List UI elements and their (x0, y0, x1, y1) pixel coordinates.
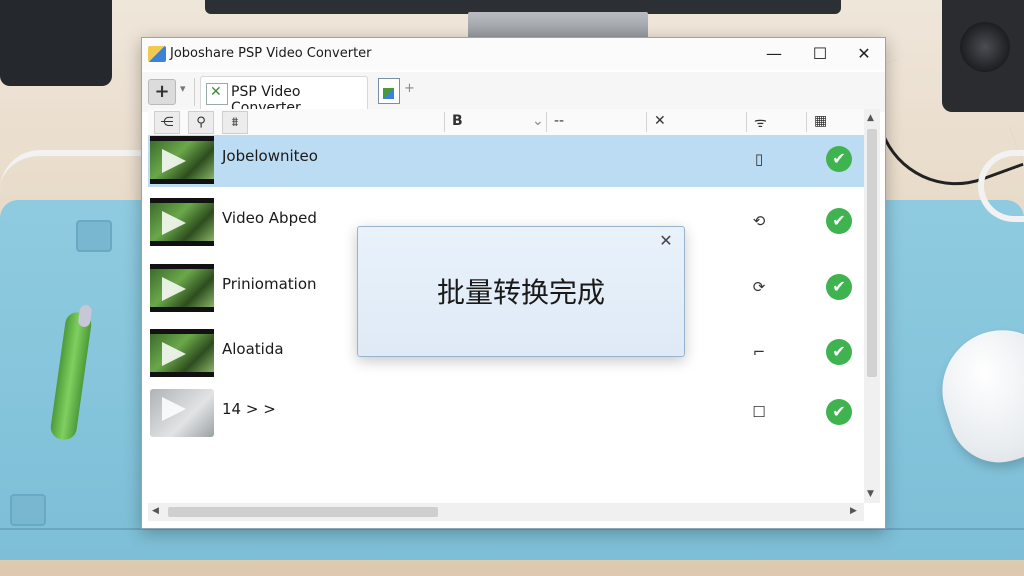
file-name: Video Abped (222, 209, 317, 227)
signal-icon[interactable]: ᯤ (754, 113, 767, 132)
play-icon (162, 277, 186, 301)
vertical-scroll-thumb[interactable] (867, 129, 877, 377)
column-b[interactable]: B (452, 113, 463, 129)
mat-tab (10, 494, 46, 526)
pen-cup (0, 0, 112, 86)
file-row[interactable]: Jobelowniteo ▯ ✔ (148, 135, 864, 187)
tab-psp-video-converter[interactable]: PSP Video Converter (200, 76, 368, 116)
column-x[interactable]: ✕ (654, 113, 666, 129)
scroll-up-icon[interactable]: ▲ (867, 113, 874, 123)
play-icon (162, 397, 186, 421)
title-bar: Joboshare PSP Video Converter — ☐ ✕ (142, 38, 885, 70)
play-icon (162, 211, 186, 235)
file-name: 14 > > (222, 400, 276, 418)
file-status-icon: ⟳ (752, 278, 766, 296)
new-document-icon[interactable] (378, 78, 400, 104)
horizontal-scroll-thumb[interactable] (168, 507, 438, 517)
file-thumbnail (150, 389, 214, 437)
scroll-left-icon[interactable]: ◀ (152, 506, 159, 516)
column-dash[interactable]: -- (554, 113, 564, 129)
add-dropdown-caret-icon[interactable]: ▾ (180, 82, 186, 95)
converter-icon (206, 83, 228, 105)
header-tool-button[interactable]: ⋲ (154, 111, 180, 134)
grid-icon[interactable]: ▦ (814, 113, 827, 129)
column-b-caret-icon[interactable]: ⌄ (532, 113, 544, 129)
maximize-button[interactable]: ☐ (808, 43, 832, 65)
video-thumbnail (150, 198, 214, 246)
column-divider (444, 112, 445, 132)
scroll-down-icon[interactable]: ▼ (867, 489, 874, 499)
video-thumbnail (150, 264, 214, 312)
dialog-close-button[interactable]: ✕ (656, 231, 676, 251)
dialog-message: 批量转换完成 (436, 276, 605, 309)
header-tool-button[interactable]: ⩩ (222, 111, 248, 134)
column-divider (746, 112, 747, 132)
toolbar-divider (194, 78, 195, 106)
file-name: Aloatida (222, 340, 284, 358)
toolbar: + ▾ PSP Video Converter + (142, 72, 885, 116)
header-tool-button[interactable]: ⚲ (188, 111, 214, 134)
completion-dialog: ✕ 批量转换完成 (357, 226, 685, 357)
file-name: Jobelowniteo (222, 147, 318, 165)
check-circle-icon: ✔ (826, 208, 852, 234)
check-circle-icon: ✔ (826, 339, 852, 365)
check-circle-icon: ✔ (826, 146, 852, 172)
video-thumbnail (150, 136, 214, 184)
file-status-icon: ☐ (752, 403, 766, 421)
video-thumbnail (150, 329, 214, 377)
minimize-button[interactable]: — (762, 43, 786, 65)
file-status-icon: ⌐ (752, 343, 766, 361)
column-divider (806, 112, 807, 132)
column-divider (646, 112, 647, 132)
column-header: ⋲ ⚲ ⩩ B ⌄ -- ✕ ᯤ ▦ (148, 109, 864, 136)
play-icon (162, 342, 186, 366)
file-status-icon: ⟲ (752, 212, 766, 230)
scroll-right-icon[interactable]: ▶ (850, 506, 857, 516)
check-circle-icon: ✔ (826, 274, 852, 300)
file-name: Priniomation (222, 275, 317, 293)
file-status-icon: ▯ (754, 150, 764, 168)
check-circle-icon: ✔ (826, 399, 852, 425)
close-button[interactable]: ✕ (852, 43, 876, 65)
play-icon (162, 149, 186, 173)
mat-tab (76, 220, 112, 252)
column-divider (546, 112, 547, 132)
horizontal-scrollbar[interactable]: ◀ ▶ (148, 503, 864, 521)
window-title: Joboshare PSP Video Converter (170, 46, 372, 61)
new-tab-button[interactable]: + (404, 81, 415, 96)
add-file-button[interactable]: + (148, 79, 176, 105)
vertical-scrollbar[interactable]: ▲ ▼ (864, 109, 880, 503)
file-row[interactable]: 14 > > ☐ ✔ (148, 388, 864, 440)
app-logo-icon (148, 46, 166, 62)
